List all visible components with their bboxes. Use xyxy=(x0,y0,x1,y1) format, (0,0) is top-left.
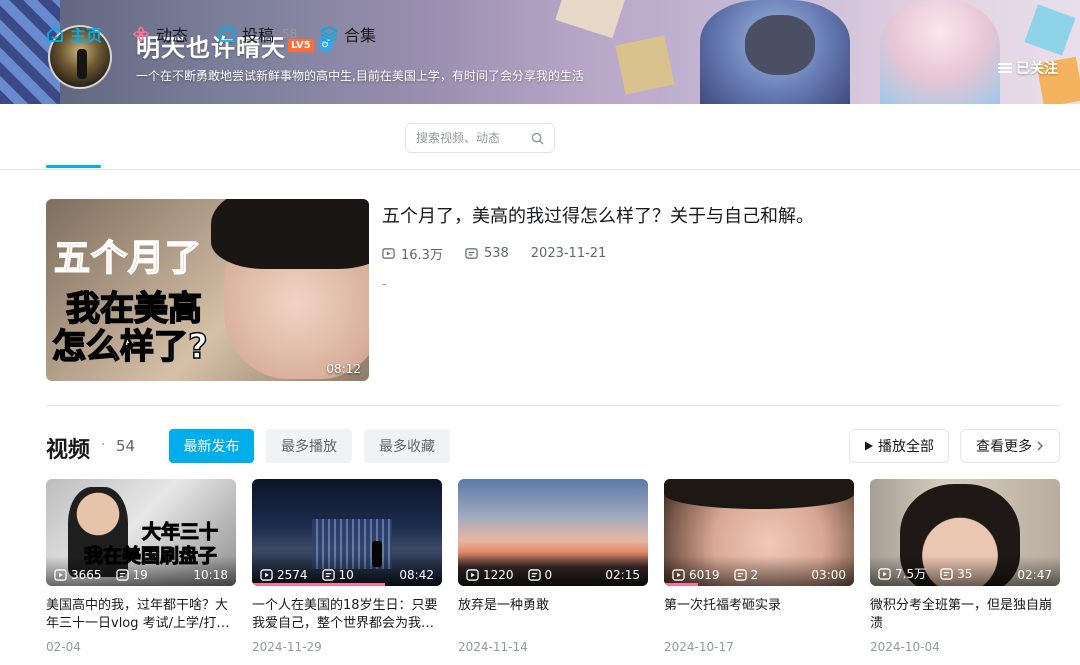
danmaku-count: 35 xyxy=(957,566,973,581)
video-title[interactable]: 放弃是一种勇敢 xyxy=(458,597,648,633)
play-count: 6019 xyxy=(689,568,720,582)
video-thumbnail[interactable]: 2574 10 08:42 xyxy=(252,479,442,586)
watch-progress xyxy=(252,583,385,586)
danmaku-icon xyxy=(940,567,953,580)
danmaku-count: 19 xyxy=(132,568,148,582)
danmaku-icon xyxy=(115,569,129,581)
video-thumbnail[interactable]: 7.5万 35 02:47 xyxy=(870,479,1060,586)
danmaku-count: 0 xyxy=(544,568,553,582)
featured-comments: 538 xyxy=(483,246,509,261)
videos-count: 54 xyxy=(116,437,136,455)
active-tab-indicator xyxy=(46,165,101,168)
thumb-caption-1: 大年三十 xyxy=(141,521,219,544)
video-duration: 02:47 xyxy=(1017,568,1052,582)
danmaku-icon xyxy=(321,569,335,581)
followed-label: 已关注 xyxy=(1016,61,1058,77)
tab-uploads-label: 投稿 xyxy=(242,26,275,45)
video-title[interactable]: 微积分考全班第一，但是独自崩溃 xyxy=(870,597,1060,633)
play-count-icon xyxy=(672,569,685,581)
video-thumbnail[interactable]: 1220 0 02:15 xyxy=(458,479,648,586)
video-card[interactable]: 大年三十 我在美国刷盘子 3665 19 10:18 美国高中的我，过年都干啥？… xyxy=(46,479,236,654)
video-card[interactable]: 1220 0 02:15 放弃是一种勇敢 2024-11-14 xyxy=(458,479,648,654)
featured-duration: 08:12 xyxy=(326,362,361,376)
sort-most-played-button[interactable]: 最多播放 xyxy=(266,429,352,463)
video-card[interactable]: 7.5万 35 02:47 微积分考全班第一，但是独自崩溃 2024-10-04 xyxy=(870,479,1060,654)
home-icon xyxy=(46,25,64,43)
play-icon xyxy=(864,441,874,451)
stack-icon xyxy=(320,25,338,43)
tab-collections[interactable]: 合集 xyxy=(320,22,376,46)
danmaku-icon xyxy=(527,569,541,581)
see-more-button[interactable]: 查看更多 xyxy=(960,429,1060,463)
play-count-icon xyxy=(466,569,479,581)
featured-date: 2023-11-21 xyxy=(530,246,607,261)
danmaku-count: 2 xyxy=(750,568,759,582)
play-count: 3665 xyxy=(71,568,102,582)
tv-icon xyxy=(218,25,236,43)
featured-plays: 16.3万 xyxy=(401,248,443,263)
comment-icon xyxy=(465,247,478,260)
tab-uploads[interactable]: 投稿 58 xyxy=(218,22,297,46)
sort-most-favorited-button[interactable]: 最多收藏 xyxy=(364,429,450,463)
video-date: 2024-10-17 xyxy=(664,640,734,654)
video-title[interactable]: 一个人在美国的18岁生日：只要我爱自己，整个世界都会为我… xyxy=(252,597,442,633)
tab-home-label: 主页 xyxy=(70,26,103,45)
see-more-label: 查看更多 xyxy=(976,439,1032,455)
danmaku-icon xyxy=(733,569,747,581)
thumb-text-line1: 五个月了 xyxy=(53,237,203,280)
video-duration: 08:42 xyxy=(399,568,434,582)
video-title[interactable]: 美国高中的我，过年都干啥？大年三十一日vlog 考试/上学/打… xyxy=(46,597,236,633)
chevron-right-icon xyxy=(1036,441,1044,451)
video-thumbnail[interactable]: 大年三十 我在美国刷盘子 3665 19 10:18 xyxy=(46,479,236,586)
video-date: 2024-10-04 xyxy=(870,640,940,654)
play-count-icon xyxy=(382,247,395,260)
play-all-button[interactable]: 播放全部 xyxy=(849,429,949,463)
featured-video-thumbnail[interactable]: 五个月了 我在美高 怎么样了? 08:12 xyxy=(46,199,369,381)
tab-home[interactable]: 主页 xyxy=(46,22,102,46)
title-separator: · xyxy=(101,437,106,453)
search-input[interactable] xyxy=(416,131,524,145)
featured-video-title[interactable]: 五个月了，美高的我过得怎么样了？关于与自己和解。 xyxy=(382,202,814,228)
play-count: 7.5万 xyxy=(895,567,927,581)
video-date: 02-04 xyxy=(46,640,81,654)
play-count-icon xyxy=(54,569,67,581)
menu-icon xyxy=(998,62,1012,74)
danmaku-count: 10 xyxy=(338,568,354,582)
section-divider xyxy=(46,405,1060,406)
tab-collections-label: 合集 xyxy=(344,26,377,45)
video-duration: 10:18 xyxy=(193,568,228,582)
profile-sign: 一个在不断勇敢地尝试新鲜事物的高中生,目前在美国上学，有时间了会分享我的生活 xyxy=(136,69,584,83)
play-count-icon xyxy=(878,567,891,580)
sort-latest-button[interactable]: 最新发布 xyxy=(169,429,254,463)
tab-dynamic-label: 动态 xyxy=(156,26,189,45)
play-count-icon xyxy=(260,569,273,581)
video-card[interactable]: 6019 2 03:00 第一次托福考砸实录 2024-10-17 xyxy=(664,479,854,654)
thumb-text-line3: 怎么样了? xyxy=(51,326,208,368)
videos-section-title[interactable]: 视频 xyxy=(46,432,90,464)
video-duration: 03:00 xyxy=(811,568,846,582)
followed-button[interactable]: 已关注 xyxy=(998,58,1058,78)
tab-dynamic[interactable]: 动态 xyxy=(132,22,188,46)
play-count: 1220 xyxy=(483,568,514,582)
play-count: 2574 xyxy=(277,568,308,582)
search-box[interactable] xyxy=(405,123,555,153)
play-all-label: 播放全部 xyxy=(878,439,934,455)
search-icon[interactable] xyxy=(531,132,544,145)
uploads-count: 58 xyxy=(282,27,298,41)
dynamic-icon xyxy=(132,25,150,43)
video-duration: 02:15 xyxy=(605,568,640,582)
featured-description: - xyxy=(382,277,387,292)
video-date: 2024-11-14 xyxy=(458,640,528,654)
watch-progress xyxy=(664,583,699,586)
video-date: 2024-11-29 xyxy=(252,640,322,654)
video-thumbnail[interactable]: 6019 2 03:00 xyxy=(664,479,854,586)
featured-video-meta: 16.3万 538 2023-11-21 xyxy=(382,244,606,263)
video-title[interactable]: 第一次托福考砸实录 xyxy=(664,597,854,633)
video-card[interactable]: 2574 10 08:42 一个人在美国的18岁生日：只要我爱自己，整个世界都会… xyxy=(252,479,442,654)
